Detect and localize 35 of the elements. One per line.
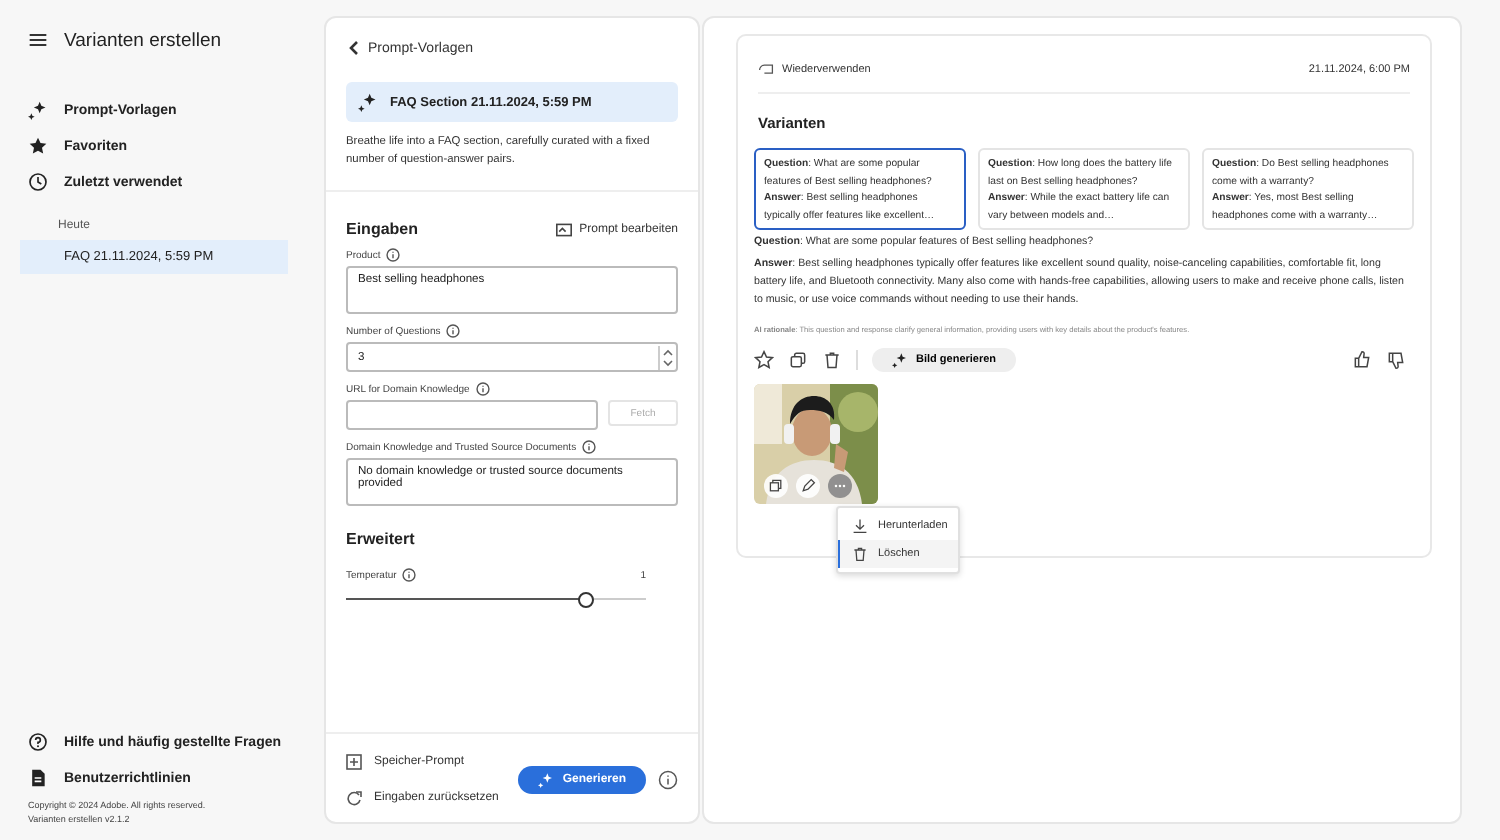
slider-thumb[interactable] <box>578 591 594 607</box>
section-heading: Erweitert <box>346 530 417 548</box>
download-icon <box>852 518 868 534</box>
sparkle-icon <box>538 772 555 788</box>
clock-icon <box>28 172 48 192</box>
star-icon <box>28 136 48 156</box>
sparkle-icon <box>358 92 378 112</box>
star-icon[interactable] <box>754 350 774 370</box>
reset-icon <box>346 790 362 806</box>
info-icon <box>582 440 597 454</box>
sparkle-icon <box>28 100 48 120</box>
stepper-icon[interactable] <box>658 345 676 369</box>
trash-icon <box>852 546 868 562</box>
menu-icon[interactable] <box>28 30 48 50</box>
url-field[interactable] <box>346 400 598 430</box>
thumbs-down-icon[interactable] <box>1386 350 1406 370</box>
app-title: Varianten erstellen <box>64 29 222 51</box>
pencil-icon <box>800 478 816 494</box>
reuse-icon <box>758 62 774 78</box>
info-icon <box>386 248 401 262</box>
help-icon <box>28 732 48 752</box>
info-icon <box>658 770 678 790</box>
info-icon <box>402 568 417 582</box>
trash-icon[interactable] <box>822 350 842 370</box>
chevron-left-icon <box>346 40 362 56</box>
copy-icon[interactable] <box>788 350 808 370</box>
copy-icon <box>768 478 784 494</box>
sparkle-icon <box>892 352 908 368</box>
image-icon <box>555 221 572 237</box>
info-icon <box>475 382 490 396</box>
document-icon <box>28 768 48 788</box>
thumbs-up-icon[interactable] <box>1352 350 1372 370</box>
section-heading: Eingaben <box>346 220 419 238</box>
plus-box-icon <box>346 754 362 770</box>
info-icon <box>446 324 461 338</box>
